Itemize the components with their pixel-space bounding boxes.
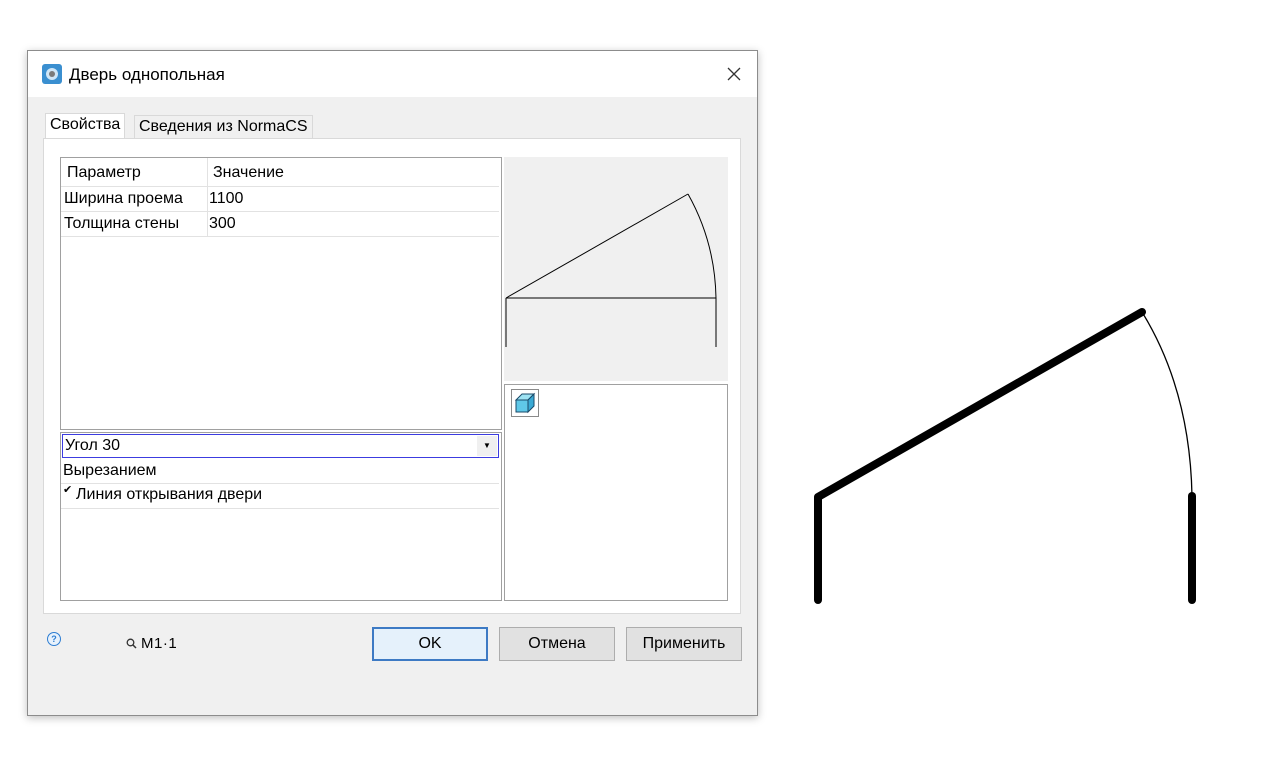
door-line-label: Линия открывания двери [76, 486, 263, 503]
door-preview [504, 157, 728, 381]
cut-mode-option[interactable]: Вырезанием [63, 462, 157, 480]
option-divider [61, 483, 499, 484]
option-divider [61, 508, 499, 509]
title-bar: Дверь однопольная [28, 51, 757, 97]
door-drawing [814, 308, 1196, 604]
column-header-value: Значение [213, 164, 284, 181]
door-line-option[interactable]: ✔ Линия открывания двери [63, 485, 263, 504]
param-name: Ширина проема [64, 190, 183, 207]
help-icon[interactable]: ? [47, 632, 61, 646]
window-title: Дверь однопольная [69, 65, 225, 84]
table-header: Параметр Значение [61, 158, 499, 183]
ok-button[interactable]: OK [372, 627, 488, 661]
tab-normacs[interactable]: Сведения из NormaCS [134, 115, 313, 139]
magnifier-icon [126, 638, 137, 649]
3d-view[interactable] [504, 384, 728, 601]
door-line-checkbox[interactable]: ✔ [63, 485, 74, 497]
door-preview-drawing [505, 193, 717, 347]
app-icon [42, 64, 62, 84]
cancel-button[interactable]: Отмена [499, 627, 615, 661]
close-icon [727, 67, 741, 81]
properties-panel: Параметр Значение Ширина проема 1100 Тол… [43, 138, 741, 614]
parameters-table: Параметр Значение Ширина проема 1100 Тол… [60, 157, 502, 430]
param-value[interactable]: 300 [209, 215, 236, 233]
row-divider [61, 236, 499, 237]
door-properties-dialog: Дверь однопольная Свойства Сведения из N… [27, 50, 758, 716]
scale-selector[interactable]: M1·1 [126, 635, 177, 652]
cube-icon[interactable] [511, 389, 539, 417]
scale-label: M1·1 [141, 635, 178, 652]
table-row[interactable]: Ширина проема 1100 [61, 187, 499, 212]
options-panel: Угол 30 ▼ Вырезанием ✔ Линия открывания … [60, 432, 502, 601]
tab-properties[interactable]: Свойства [45, 113, 126, 139]
chevron-down-icon[interactable]: ▼ [477, 436, 497, 456]
angle-select[interactable]: Угол 30 ▼ [62, 434, 499, 458]
close-button[interactable] [711, 51, 757, 97]
apply-button[interactable]: Применить [626, 627, 742, 661]
column-header-param: Параметр [67, 164, 141, 181]
table-row[interactable]: Толщина стены 300 [61, 212, 499, 237]
param-value[interactable]: 1100 [209, 190, 243, 208]
angle-select-value: Угол 30 [65, 437, 121, 454]
param-name: Толщина стены [64, 215, 180, 232]
